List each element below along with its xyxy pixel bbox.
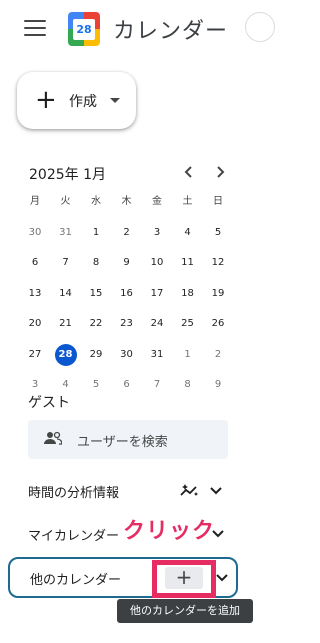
calendar-day[interactable]: 16 bbox=[112, 279, 142, 309]
create-label: 作成 bbox=[69, 94, 97, 110]
highlight-box bbox=[152, 560, 216, 598]
calendar-day[interactable]: 6 bbox=[20, 248, 50, 278]
calendar-day[interactable]: 11 bbox=[173, 248, 203, 278]
calendar-day[interactable]: 9 bbox=[112, 248, 142, 278]
calendar-logo-icon: 28 bbox=[68, 12, 100, 46]
user-search-input[interactable]: ユーザーを検索 bbox=[28, 420, 228, 459]
calendar-day[interactable]: 6 bbox=[112, 370, 142, 400]
other-calendars-label: 他のカレンダー bbox=[30, 573, 122, 588]
calendar-day[interactable]: 1 bbox=[81, 218, 111, 248]
weekday-header: 火 bbox=[60, 196, 71, 207]
insights-sparkle-icon bbox=[180, 484, 198, 496]
calendar-day[interactable]: 25 bbox=[173, 309, 203, 339]
calendar-day[interactable]: 12 bbox=[203, 248, 233, 278]
calendar-day[interactable]: 18 bbox=[173, 279, 203, 309]
calendar-day[interactable]: 7 bbox=[142, 370, 172, 400]
calendar-day[interactable]: 20 bbox=[20, 309, 50, 339]
calendar-day[interactable]: 1 bbox=[173, 340, 203, 370]
insights-label: 時間の分析情報 bbox=[28, 486, 120, 501]
calendar-day[interactable]: 31 bbox=[51, 218, 81, 248]
calendar-day[interactable]: 7 bbox=[51, 248, 81, 278]
add-calendar-tooltip: 他のカレンダーを追加 bbox=[117, 599, 253, 623]
my-calendars-section[interactable]: マイカレンダー bbox=[28, 525, 119, 544]
main-menu-button[interactable] bbox=[24, 20, 46, 38]
plus-icon: + bbox=[35, 85, 57, 115]
calendar-day[interactable]: 13 bbox=[20, 279, 50, 309]
hamburger-icon bbox=[24, 20, 46, 22]
calendar-day[interactable]: 30 bbox=[112, 340, 142, 370]
weekday-header: 金 bbox=[152, 196, 162, 207]
create-button[interactable]: + 作成 bbox=[17, 72, 136, 129]
calendar-day[interactable]: 17 bbox=[142, 279, 172, 309]
calendar-day[interactable]: 4 bbox=[173, 218, 203, 248]
weekday-header: 月 bbox=[30, 196, 40, 207]
people-icon bbox=[44, 431, 62, 445]
caret-down-icon bbox=[110, 98, 120, 103]
guest-section-title: ゲスト bbox=[28, 395, 70, 411]
chevron-right-icon bbox=[217, 166, 225, 178]
click-annotation: クリック bbox=[123, 519, 216, 544]
calendar-day[interactable]: 10 bbox=[142, 248, 172, 278]
logo-date: 28 bbox=[73, 19, 95, 40]
calendar-day[interactable]: 27 bbox=[20, 340, 50, 370]
calendar-day[interactable]: 2 bbox=[112, 218, 142, 248]
calendar-day[interactable]: 29 bbox=[81, 340, 111, 370]
calendar-day[interactable]: 14 bbox=[51, 279, 81, 309]
weekday-header: 木 bbox=[121, 196, 132, 207]
calendar-day[interactable]: 19 bbox=[203, 279, 233, 309]
calendar-day[interactable]: 22 bbox=[81, 309, 111, 339]
insights-section[interactable]: 時間の分析情報 bbox=[28, 482, 119, 501]
calendar-day[interactable]: 30 bbox=[20, 218, 50, 248]
calendar-day[interactable]: 15 bbox=[81, 279, 111, 309]
insights-chevron-down-icon[interactable] bbox=[209, 484, 223, 498]
avatar[interactable] bbox=[245, 12, 275, 42]
top-bar: 28 カレンダー bbox=[0, 0, 275, 60]
calendar-day[interactable]: 5 bbox=[81, 370, 111, 400]
calendar-day[interactable]: 21 bbox=[51, 309, 81, 339]
calendar-day[interactable]: 26 bbox=[203, 309, 233, 339]
calendar-day[interactable]: 9 bbox=[203, 370, 233, 400]
calendar-day[interactable]: 2 bbox=[203, 340, 233, 370]
calendar-day-today[interactable]: 28 bbox=[54, 343, 77, 366]
my-calendars-label: マイカレンダー bbox=[28, 529, 120, 544]
calendar-day[interactable]: 31 bbox=[142, 340, 172, 370]
weekday-header: 土 bbox=[182, 196, 193, 207]
user-search-placeholder: ユーザーを検索 bbox=[77, 435, 168, 450]
weekday-header: 水 bbox=[91, 196, 101, 207]
mini-calendar-month: 2025年 1月 bbox=[29, 167, 106, 183]
calendar-day[interactable]: 8 bbox=[81, 248, 111, 278]
next-month-button[interactable] bbox=[208, 160, 232, 184]
calendar-day[interactable]: 5 bbox=[203, 218, 233, 248]
weekday-header: 日 bbox=[213, 196, 223, 207]
calendar-day[interactable]: 24 bbox=[142, 309, 172, 339]
prev-month-button[interactable] bbox=[177, 160, 201, 184]
calendar-day[interactable]: 3 bbox=[142, 218, 172, 248]
chevron-left-icon bbox=[184, 166, 192, 178]
calendar-day[interactable]: 23 bbox=[112, 309, 142, 339]
calendar-day[interactable]: 8 bbox=[173, 370, 203, 400]
app-title: カレンダー bbox=[113, 19, 229, 44]
other-calendars-chevron-icon[interactable] bbox=[215, 571, 229, 585]
